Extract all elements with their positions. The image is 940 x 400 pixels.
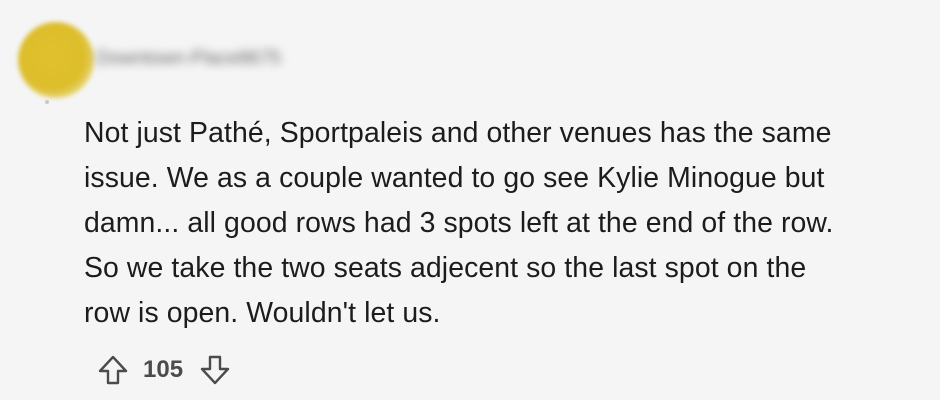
comment-line: Not just Pathé, Sportpaleis and other ve…: [84, 117, 832, 149]
comment-body: Not just Pathé, Sportpaleis and other ve…: [84, 111, 934, 336]
downvote-button[interactable]: [197, 352, 233, 388]
comment-line: So we take the two seats adjecent so the…: [84, 252, 807, 284]
vote-count: 105: [143, 356, 184, 383]
comment-author[interactable]: Downtown-Place8675: [96, 48, 281, 70]
avatar[interactable]: [18, 22, 94, 98]
comment-line: row is open. Wouldn't let us.: [84, 297, 441, 329]
comment-line: damn... all good rows had 3 spots left a…: [84, 207, 834, 239]
arrow-down-outline-icon: [200, 355, 230, 385]
thread-line[interactable]: [45, 100, 49, 104]
arrow-up-outline-icon: [98, 355, 128, 385]
upvote-button[interactable]: [95, 352, 131, 388]
comment-line: issue. We as a couple wanted to go see K…: [84, 162, 825, 194]
vote-bar: 105: [95, 350, 233, 390]
